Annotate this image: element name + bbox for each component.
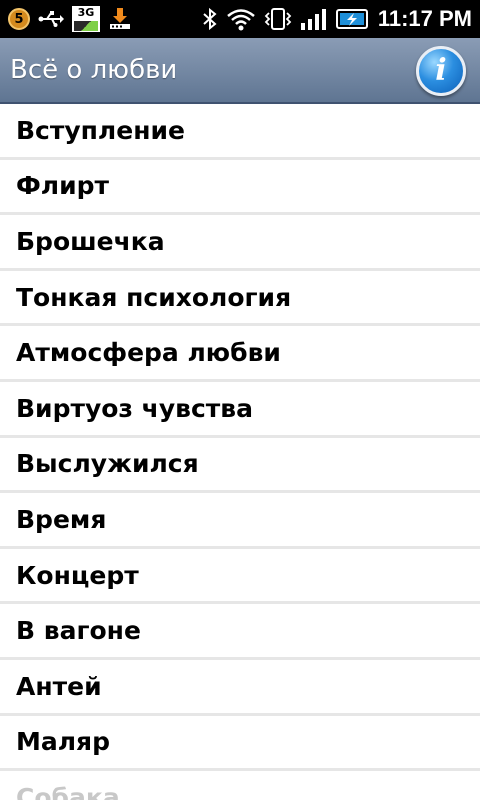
status-right: 11:17 PM (202, 6, 472, 32)
bluetooth-icon (202, 7, 218, 31)
list-item[interactable]: В вагоне (0, 604, 480, 660)
clock: 11:17 PM (377, 6, 472, 31)
info-icon: i (435, 53, 447, 88)
notification-badge-icon[interactable]: 5 (8, 8, 30, 30)
status-bar: 5 3G 11:17 PM (0, 0, 480, 38)
network-type: 3G (77, 6, 95, 19)
battery-charging-icon (335, 7, 370, 31)
list-item[interactable]: Маляр (0, 716, 480, 772)
list-item[interactable]: Виртуоз чувства (0, 382, 480, 438)
status-left: 5 3G (8, 6, 132, 32)
vibrate-icon (264, 7, 292, 31)
wifi-icon (226, 7, 256, 31)
list-item[interactable]: Выслужился (0, 438, 480, 494)
list-item[interactable]: Атмосфера любви (0, 326, 480, 382)
list-item[interactable]: Время (0, 493, 480, 549)
title-bar: Всё о любви i (0, 38, 480, 104)
list-item[interactable]: Собака (0, 771, 480, 800)
list-item[interactable]: Тонкая психология (0, 271, 480, 327)
app-title: Всё о любви (10, 55, 178, 85)
list-item[interactable]: Концерт (0, 549, 480, 605)
list-item[interactable]: Брошечка (0, 215, 480, 271)
info-button[interactable]: i (416, 46, 466, 96)
list-item[interactable]: Флирт (0, 160, 480, 216)
chapter-list[interactable]: Вступление Флирт Брошечка Тонкая психоло… (0, 104, 480, 800)
download-icon (108, 7, 132, 31)
list-item[interactable]: Антей (0, 660, 480, 716)
3g-icon: 3G (72, 6, 100, 32)
usb-icon (38, 10, 64, 28)
signal-icon (300, 7, 328, 31)
list-item[interactable]: Вступление (0, 104, 480, 160)
notification-count: 5 (14, 11, 24, 27)
